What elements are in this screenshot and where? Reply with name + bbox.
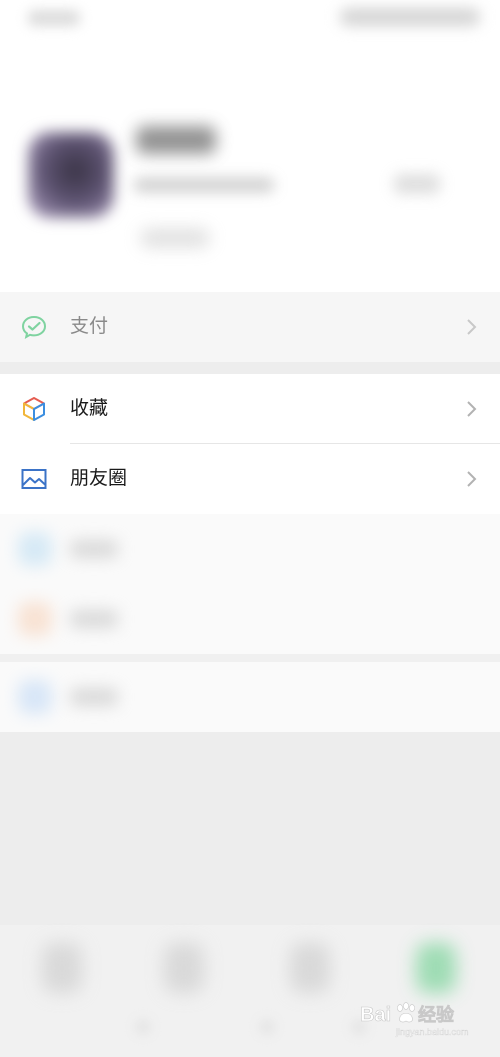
tab-chats[interactable] <box>42 943 82 993</box>
image-icon <box>20 465 48 493</box>
blurred-icon <box>18 532 52 566</box>
tab-discover[interactable] <box>290 943 330 993</box>
svg-text:经验: 经验 <box>418 1004 455 1026</box>
qr-code-icon[interactable] <box>394 174 440 194</box>
status-button[interactable] <box>140 228 210 248</box>
avatar[interactable] <box>28 132 114 218</box>
status-icons <box>340 8 480 26</box>
wechat-pay-icon <box>20 313 48 341</box>
section-gap <box>0 654 500 662</box>
menu-item-blurred[interactable] <box>0 584 500 654</box>
baidu-watermark: Bai 经验 jingyan.baidu.com <box>358 999 490 1039</box>
blurred-icon <box>18 602 52 636</box>
menu-item-pay[interactable]: 支付 <box>0 292 500 362</box>
tab-me[interactable] <box>416 943 456 993</box>
chevron-right-icon <box>466 400 478 418</box>
menu-item-blurred[interactable] <box>0 514 500 584</box>
menu-item-favorites-label: 收藏 <box>70 398 109 419</box>
user-nickname <box>136 126 216 154</box>
svg-text:jingyan.baidu.com: jingyan.baidu.com <box>395 1027 469 1037</box>
blurred-icon <box>18 680 52 714</box>
chevron-right-icon <box>466 470 478 488</box>
menu-item-favorites[interactable]: 收藏 <box>0 374 500 444</box>
status-bar <box>0 0 500 60</box>
status-time <box>28 10 80 26</box>
profile-header[interactable] <box>0 60 500 292</box>
cube-icon <box>20 395 48 423</box>
baidu-jingyan-logo-icon: Bai 经验 jingyan.baidu.com <box>360 1002 469 1037</box>
section-gap <box>0 362 500 374</box>
blurred-label <box>70 610 118 628</box>
nav-back-icon[interactable] <box>136 1020 150 1034</box>
blurred-label <box>70 540 118 558</box>
chevron-right-icon <box>466 318 478 336</box>
svg-text:Bai: Bai <box>360 1004 391 1026</box>
user-id <box>134 178 274 192</box>
menu-item-pay-label: 支付 <box>70 316 109 337</box>
nav-home-icon[interactable] <box>260 1020 274 1034</box>
tab-contacts[interactable] <box>164 943 204 993</box>
menu-item-moments-label: 朋友圈 <box>70 468 128 489</box>
menu-item-blurred[interactable] <box>0 662 500 732</box>
blurred-label <box>70 688 118 706</box>
menu-item-moments[interactable]: 朋友圈 <box>0 444 500 514</box>
